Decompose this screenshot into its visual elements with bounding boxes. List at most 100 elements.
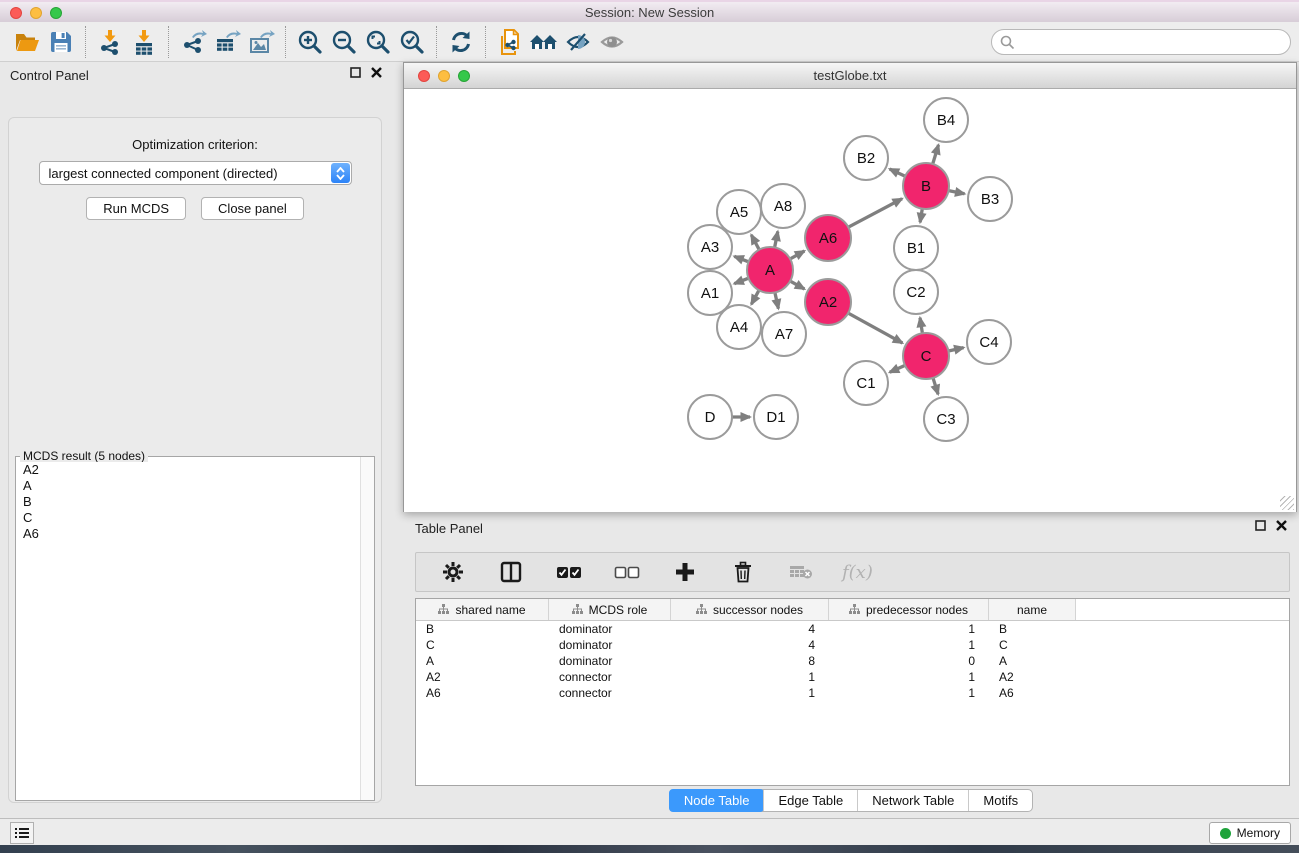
graph-edge-C-C1[interactable] [890, 365, 905, 372]
graph-node-D[interactable]: D [688, 395, 732, 439]
network-canvas[interactable]: B4B2BB3A8A5A6A3B1AA1C2A2A4A7C4CC1DD1C3 [404, 89, 1296, 512]
column-header-mcds-role[interactable]: MCDS role [549, 599, 671, 620]
table-row[interactable]: A2connector11A2 [416, 669, 1289, 685]
run-mcds-button[interactable]: Run MCDS [86, 197, 186, 220]
mcds-result-item[interactable]: A6 [19, 526, 371, 542]
select-all-icon[interactable] [552, 556, 586, 588]
resize-grip[interactable] [1280, 496, 1294, 510]
refresh-icon[interactable] [444, 26, 478, 58]
home-icon[interactable] [527, 26, 561, 58]
zoom-selected-icon[interactable] [395, 26, 429, 58]
graph-edge-B-B2[interactable] [890, 169, 906, 176]
mcds-result-item[interactable]: A2 [19, 462, 371, 478]
graph-edge-A-A7[interactable] [775, 293, 779, 309]
search-box[interactable] [991, 29, 1291, 55]
graph-edge-C-C2[interactable] [920, 318, 922, 334]
graph-node-A2[interactable]: A2 [805, 279, 851, 325]
float-panel-icon[interactable] [350, 67, 361, 78]
export-image-icon[interactable] [244, 26, 278, 58]
column-header-predecessor-nodes[interactable]: predecessor nodes [829, 599, 989, 620]
network-minimize-button[interactable] [438, 70, 450, 82]
memory-button[interactable]: Memory [1209, 822, 1291, 844]
zoom-in-icon[interactable] [293, 26, 327, 58]
node-table[interactable]: shared nameMCDS rolesuccessor nodesprede… [415, 598, 1290, 786]
graph-edge-B-B4[interactable] [933, 145, 939, 164]
graph-edge-C-C3[interactable] [933, 378, 938, 394]
import-table-icon[interactable] [127, 26, 161, 58]
tab-motifs[interactable]: Motifs [968, 790, 1032, 811]
graph-edge-B-B1[interactable] [920, 209, 922, 223]
hide-graphics-details-icon[interactable] [561, 26, 595, 58]
console-button[interactable] [10, 822, 34, 844]
graph-edge-A-A5[interactable] [751, 235, 759, 250]
graph-edge-A2-C[interactable] [848, 313, 902, 343]
add-column-icon[interactable] [668, 556, 702, 588]
mcds-result-item[interactable]: C [19, 510, 371, 526]
delete-column-icon[interactable] [726, 556, 760, 588]
table-row[interactable]: Cdominator41C [416, 637, 1289, 653]
graph-node-C2[interactable]: C2 [894, 270, 938, 314]
tab-node-table[interactable]: Node Table [669, 789, 765, 812]
graph-edge-A6-B[interactable] [848, 199, 902, 228]
graph-edge-A-A1[interactable] [734, 278, 748, 284]
graph-node-A7[interactable]: A7 [762, 312, 806, 356]
graph-edge-A-A8[interactable] [775, 232, 778, 248]
network-close-button[interactable] [418, 70, 430, 82]
minimize-window-button[interactable] [30, 7, 42, 19]
graph-node-B[interactable]: B [903, 163, 949, 209]
mcds-result-item[interactable]: A [19, 478, 371, 494]
column-header-shared-name[interactable]: shared name [416, 599, 549, 620]
graph-node-A3[interactable]: A3 [688, 225, 732, 269]
column-visibility-icon[interactable] [494, 556, 528, 588]
deselect-all-icon[interactable] [610, 556, 644, 588]
graph-node-A1[interactable]: A1 [688, 271, 732, 315]
column-header-successor-nodes[interactable]: successor nodes [671, 599, 829, 620]
mcds-result-item[interactable]: B [19, 494, 371, 510]
graph-node-B3[interactable]: B3 [968, 177, 1012, 221]
tab-network-table[interactable]: Network Table [857, 790, 968, 811]
column-header-name[interactable]: name [989, 599, 1076, 620]
zoom-window-button[interactable] [50, 7, 62, 19]
graph-node-B1[interactable]: B1 [894, 226, 938, 270]
graph-node-A8[interactable]: A8 [761, 184, 805, 228]
table-options-icon[interactable] [436, 556, 470, 588]
show-graphics-details-icon[interactable] [595, 26, 629, 58]
save-session-icon[interactable] [44, 26, 78, 58]
graph-node-B4[interactable]: B4 [924, 98, 968, 142]
graph-edge-A-A6[interactable] [790, 251, 804, 259]
mcds-result-list[interactable]: A2ABCA6 [19, 462, 371, 797]
graph-edge-B-B3[interactable] [949, 191, 965, 194]
zoom-out-icon[interactable] [327, 26, 361, 58]
table-row[interactable]: A6connector11A6 [416, 685, 1289, 701]
graph-node-D1[interactable]: D1 [754, 395, 798, 439]
zoom-fit-icon[interactable] [361, 26, 395, 58]
close-panel-button[interactable]: Close panel [201, 197, 304, 220]
graph-edge-A-A4[interactable] [751, 290, 759, 304]
result-list-scrollbar[interactable] [360, 457, 374, 800]
graph-node-B2[interactable]: B2 [844, 136, 888, 180]
table-row[interactable]: Bdominator41B [416, 621, 1289, 637]
network-zoom-button[interactable] [458, 70, 470, 82]
new-session-from-network-icon[interactable] [493, 26, 527, 58]
close-panel-icon[interactable] [1276, 520, 1287, 531]
graph-node-A[interactable]: A [747, 247, 793, 293]
close-panel-icon[interactable] [371, 67, 382, 78]
graph-node-C4[interactable]: C4 [967, 320, 1011, 364]
float-panel-icon[interactable] [1255, 520, 1266, 531]
graph-edge-A-A2[interactable] [790, 281, 804, 289]
graph-node-C1[interactable]: C1 [844, 361, 888, 405]
close-window-button[interactable] [10, 7, 22, 19]
graph-node-C3[interactable]: C3 [924, 397, 968, 441]
graph-node-A6[interactable]: A6 [805, 215, 851, 261]
graph-node-C[interactable]: C [903, 333, 949, 379]
delete-table-icon[interactable] [784, 556, 818, 588]
graph-edge-C-C4[interactable] [949, 348, 964, 351]
search-input[interactable] [1019, 32, 1290, 52]
export-table-icon[interactable] [210, 26, 244, 58]
open-file-icon[interactable] [10, 26, 44, 58]
criterion-select[interactable]: largest connected component (directed) [39, 161, 352, 185]
tab-edge-table[interactable]: Edge Table [763, 790, 857, 811]
export-network-icon[interactable] [176, 26, 210, 58]
network-window-titlebar[interactable]: testGlobe.txt [404, 63, 1296, 89]
graph-node-A4[interactable]: A4 [717, 305, 761, 349]
